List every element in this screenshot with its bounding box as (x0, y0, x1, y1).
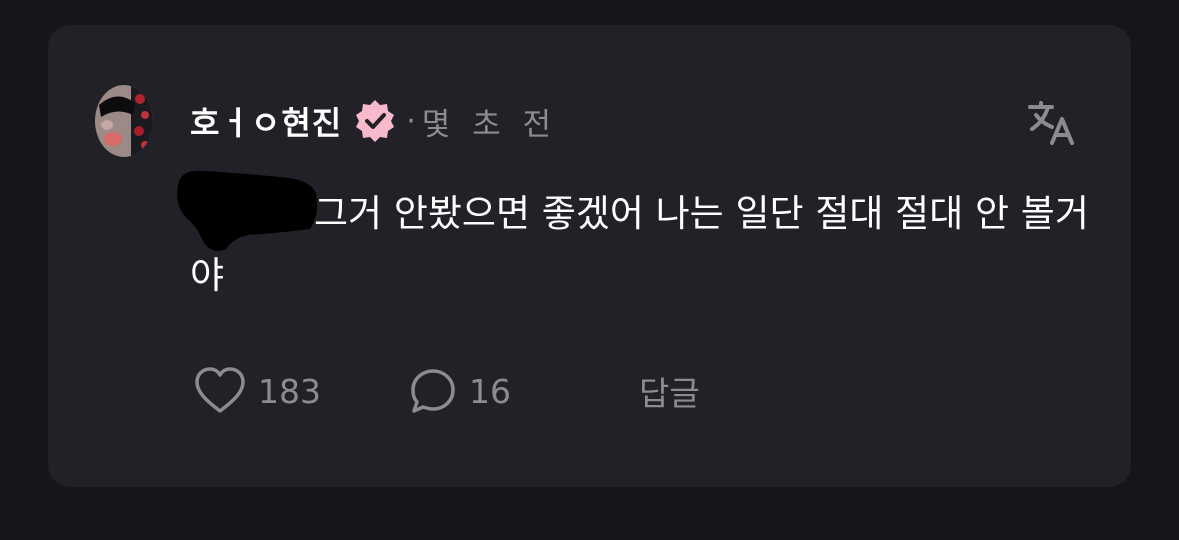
heart-icon (195, 367, 245, 413)
avatar[interactable] (95, 85, 153, 157)
comment-count: 16 (469, 371, 511, 411)
translate-icon[interactable] (1026, 97, 1078, 149)
separator-dot: · (406, 103, 416, 139)
reply-label: 답글 (639, 374, 700, 413)
timestamp: 몇 초 전 (421, 106, 558, 143)
action-bar: 183 16 답글 (194, 365, 700, 417)
comment-button[interactable]: 16 (409, 367, 511, 415)
username[interactable]: 호ㅓㅇ현진 (190, 98, 342, 144)
post-header: 호ㅓㅇ현진 · 몇 초 전 (190, 97, 557, 145)
post-body: 그거 안봤으면 좋겠어 나는 일단 절대 절대 안 볼거야 (190, 192, 1089, 297)
post-card: 호ㅓㅇ현진 · 몇 초 전 그거 안봤으면 좋겠어 나는 일단 절대 절대 안 … (48, 25, 1131, 487)
like-count: 183 (258, 371, 321, 411)
reply-button[interactable]: 답글 (639, 367, 700, 415)
comment-bubble-icon (411, 369, 455, 413)
verified-badge-icon (356, 100, 395, 142)
like-button[interactable]: 183 (194, 367, 321, 415)
post-text: 그거 안봤으면 좋겠어 나는 일단 절대 절대 안 볼거야 (190, 183, 1090, 307)
